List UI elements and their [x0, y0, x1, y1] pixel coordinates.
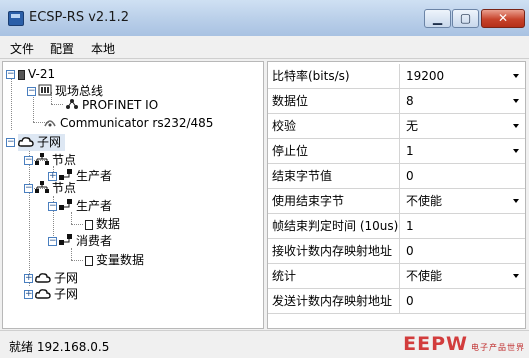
fieldbus-icon [38, 84, 52, 100]
prop-label: 统计 [268, 264, 400, 288]
dropdown-arrow-icon[interactable] [513, 124, 519, 128]
cloud-icon [18, 135, 34, 151]
prop-row-stopbits: 停止位 1 [268, 139, 525, 164]
prop-row-frame-timeout: 帧结束判定时间 (10us) 1 [268, 214, 525, 239]
maximize-button[interactable]: ▢ [452, 9, 479, 28]
rx-count-addr-input[interactable]: 0 [403, 239, 525, 263]
cloud-icon [35, 287, 51, 303]
expander-node1[interactable]: − [24, 156, 33, 165]
prop-row-endbyte: 结束字节值 0 [268, 164, 525, 189]
tree-node-subnet[interactable]: 子网 [18, 134, 66, 151]
expander-subnet3[interactable]: + [24, 290, 33, 299]
frame-timeout-input[interactable]: 1 [403, 214, 525, 238]
tx-count-addr-input[interactable]: 0 [403, 289, 525, 313]
expander-root[interactable]: − [6, 70, 15, 79]
prop-row-tx-count-addr: 发送计数内存映射地址 0 [268, 289, 525, 314]
baudrate-select[interactable]: 19200 [403, 64, 525, 88]
dropdown-arrow-icon[interactable] [513, 74, 519, 78]
tree-node-node1[interactable]: 节点 [35, 152, 76, 169]
tree-node-subnet2[interactable]: 子网 [35, 270, 78, 287]
prop-label: 比特率(bits/s) [268, 64, 400, 88]
prop-label: 接收计数内存映射地址 [268, 239, 400, 263]
tree-node-node2[interactable]: 节点 [35, 180, 76, 197]
expander-producer2[interactable]: − [48, 202, 57, 211]
expander-consumer[interactable]: − [48, 237, 57, 246]
prop-label: 帧结束判定时间 (10us) [268, 214, 400, 238]
prop-row-baudrate: 比特率(bits/s) 19200 [268, 64, 525, 89]
stopbits-select[interactable]: 1 [403, 139, 525, 163]
tree-node-subnet3[interactable]: 子网 [35, 286, 78, 303]
tree-node-consumer[interactable]: 消费者 [59, 233, 112, 250]
prop-row-databits: 数据位 8 [268, 89, 525, 114]
tree-node-root[interactable]: V-21 [18, 66, 55, 82]
close-button[interactable]: ✕ [481, 9, 525, 28]
property-grid: 比特率(bits/s) 19200 数据位 8 校验 无 停止位 1 结束字节值… [267, 61, 526, 329]
menu-file[interactable]: 文件 [10, 40, 34, 57]
prop-label: 结束字节值 [268, 164, 400, 188]
tree-node-communicator[interactable]: Communicator rs232/485 [43, 115, 213, 132]
network-nodes-icon [65, 98, 79, 114]
prop-row-parity: 校验 无 [268, 114, 525, 139]
dropdown-arrow-icon[interactable] [513, 274, 519, 278]
title-bar[interactable]: ECSP-RS v2.1.2 ▁ ▢ ✕ [0, 0, 529, 37]
databits-select[interactable]: 8 [403, 89, 525, 113]
prop-label: 校验 [268, 114, 400, 138]
device-tree[interactable]: − V-21 − 现场总线 PROFINET IO Communicator r… [2, 61, 264, 329]
menu-config[interactable]: 配置 [50, 40, 74, 57]
endbyte-input[interactable]: 0 [403, 164, 525, 188]
parity-select[interactable]: 无 [403, 114, 525, 138]
dropdown-arrow-icon[interactable] [513, 199, 519, 203]
menu-bar: 文件 配置 本地 [0, 36, 529, 58]
antenna-icon [43, 116, 57, 132]
prop-label: 发送计数内存映射地址 [268, 289, 400, 313]
statistics-select[interactable]: 不使能 [403, 264, 525, 288]
use-endbyte-select[interactable]: 不使能 [403, 189, 525, 213]
dropdown-arrow-icon[interactable] [513, 99, 519, 103]
app-icon [8, 11, 24, 26]
document-icon [85, 255, 93, 266]
expander-subnet2[interactable]: + [24, 274, 33, 283]
producer-icon [59, 198, 73, 215]
window-title: ECSP-RS v2.1.2 [29, 10, 129, 25]
expander-subnet[interactable]: − [6, 138, 15, 147]
status-text: 就绪 192.168.0.5 [9, 340, 110, 354]
prop-row-statistics: 统计 不使能 [268, 264, 525, 289]
dropdown-arrow-icon[interactable] [513, 149, 519, 153]
hierarchy-icon [35, 180, 49, 197]
tree-node-producer2[interactable]: 生产者 [59, 198, 112, 215]
minimize-button[interactable]: ▁ [424, 9, 451, 28]
prop-row-use-endbyte: 使用结束字节 不使能 [268, 189, 525, 214]
app-window: ECSP-RS v2.1.2 ▁ ▢ ✕ 文件 配置 本地 − V-21 − 现… [0, 0, 529, 358]
device-icon [18, 69, 25, 80]
tree-node-variable-data[interactable]: 变量数据 [85, 252, 144, 268]
main-content: − V-21 − 现场总线 PROFINET IO Communicator r… [0, 58, 529, 331]
hierarchy-icon [35, 152, 49, 169]
prop-label: 使用结束字节 [268, 189, 400, 213]
prop-label: 数据位 [268, 89, 400, 113]
watermark-logo: EEPW 电子产品世界 [403, 333, 525, 355]
tree-node-data[interactable]: 数据 [85, 216, 120, 232]
document-icon [85, 219, 93, 230]
prop-label: 停止位 [268, 139, 400, 163]
status-bar: 就绪 192.168.0.5 EEPW 电子产品世界 [0, 330, 529, 358]
tree-node-profinet[interactable]: PROFINET IO [65, 97, 158, 114]
prop-row-rx-count-addr: 接收计数内存映射地址 0 [268, 239, 525, 264]
consumer-icon [59, 233, 73, 250]
cloud-icon [35, 271, 51, 287]
expander-fieldbus[interactable]: − [27, 87, 36, 96]
expander-node2[interactable]: − [24, 184, 33, 193]
menu-local[interactable]: 本地 [91, 40, 115, 57]
